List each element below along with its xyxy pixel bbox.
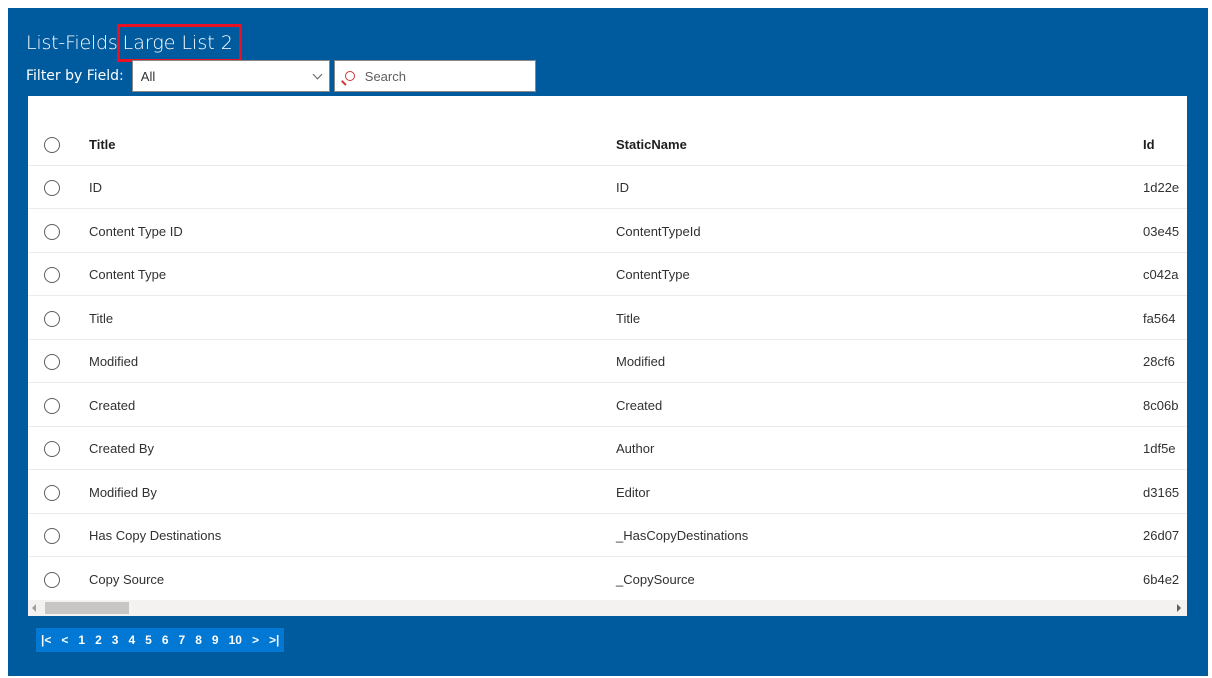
table-row[interactable]: Copy Source _CopySource 6b4e2 [28,558,1187,601]
field-filter-value: All [140,68,156,84]
row-select-radio[interactable] [44,397,60,414]
filter-label: Filter by Field: [26,68,124,84]
column-header-title[interactable]: Title [89,137,116,152]
page-7-button[interactable]: 7 [174,628,191,652]
cell-staticname: Modified [616,354,666,369]
cell-id: 28cf6 [1143,354,1175,369]
highlight-box [116,24,242,62]
table-row[interactable]: Content Type ContentType c042a [28,253,1187,296]
page-10-button[interactable]: 10 [224,628,247,652]
table-row[interactable]: Content Type ID ContentTypeId 03e45 [28,210,1187,253]
cell-id: c042a [1143,267,1179,282]
cell-title: Content Type ID [89,223,183,239]
search-placeholder: Search [364,68,406,84]
page-8-button[interactable]: 8 [190,628,207,652]
row-select-radio[interactable] [44,267,60,283]
cell-staticname: Author [616,441,655,456]
chevron-down-icon [312,69,323,79]
title-prefix: List-Fields [26,32,118,54]
page-3-button[interactable]: 3 [107,628,124,652]
row-select-radio[interactable] [44,484,60,501]
cell-title: Content Type [89,267,167,282]
table-row[interactable]: Modified By Editor d3165 [28,471,1187,514]
page-title: List-Fields Large List 2 [26,24,242,62]
filter-bar: Filter by Field: All Search [26,60,536,92]
cell-title: Modified By [89,484,157,500]
cell-id: 8c06b [1143,397,1179,413]
row-select-radio[interactable] [44,354,60,370]
cell-id: 1df5e [1143,441,1176,456]
cell-id: 1d22e [1143,180,1180,195]
select-all-radio[interactable] [44,137,60,153]
fields-table: Title StaticName Id ID ID 1d22e Content Typ… [28,96,1187,610]
table-row[interactable]: Title Title fa564 [28,297,1187,340]
cell-staticname: ID [616,180,629,195]
page-4-button[interactable]: 4 [123,628,140,652]
first-page-button[interactable]: |< [36,628,56,652]
cell-staticname: ContentType [616,267,690,282]
table-row[interactable]: Created Created 8c06b [28,384,1187,427]
cell-staticname: _CopySource [616,571,695,587]
page-1-button[interactable]: 1 [73,628,90,652]
cell-staticname: Editor [616,484,650,500]
last-page-button[interactable]: >| [264,628,284,652]
table-row[interactable]: ID ID 1d22e [28,166,1187,209]
row-select-radio[interactable] [44,571,60,588]
cell-id: 26d07 [1143,528,1180,543]
cell-staticname: _HasCopyDestinations [616,528,749,543]
cell-id: 6b4e2 [1143,571,1180,587]
table-row[interactable]: Has Copy Destinations _HasCopyDestination… [28,514,1187,557]
cell-staticname: Created [616,397,663,413]
cell-title: Created By [89,441,155,456]
prev-page-button[interactable]: < [56,628,73,652]
list-name: Large List 2 [116,24,242,62]
cell-title: Title [89,310,114,326]
table-row[interactable]: Modified Modified 28cf6 [28,340,1187,383]
pagination: |< < 1 2 3 4 5 6 7 8 9 10 > >| [36,628,285,652]
cell-id: 03e45 [1143,223,1180,239]
column-header-id[interactable]: Id [1143,137,1155,152]
cell-id: fa564 [1143,310,1176,326]
cell-title: Copy Source [89,571,165,587]
row-select-radio[interactable] [44,528,60,544]
cell-title: Created [89,397,136,413]
page-5-button[interactable]: 5 [140,628,157,652]
row-select-radio[interactable] [44,441,60,457]
row-select-radio[interactable] [44,310,60,327]
row-select-radio[interactable] [44,180,60,196]
page-2-button[interactable]: 2 [90,628,107,652]
row-select-radio[interactable] [44,223,60,240]
field-filter-dropdown[interactable]: All [131,60,330,92]
scroll-left-icon[interactable] [32,604,36,612]
scrollbar-thumb[interactable] [45,602,129,614]
scroll-right-icon[interactable] [1177,604,1181,612]
page-9-button[interactable]: 9 [207,628,224,652]
cell-id: d3165 [1143,484,1180,500]
horizontal-scrollbar[interactable] [28,600,1187,616]
cell-title: Has Copy Destinations [89,528,222,543]
table-row[interactable]: Created By Author 1df5e [28,427,1187,470]
cell-staticname: ContentTypeId [616,223,701,239]
page-6-button[interactable]: 6 [157,628,174,652]
next-page-button[interactable]: > [247,628,264,652]
cell-staticname: Title [616,310,641,326]
cell-title: Modified [89,354,139,369]
table-header-row: Title StaticName Id [28,123,1187,166]
search-icon [344,71,355,81]
column-header-staticname[interactable]: StaticName [616,137,687,152]
cell-title: ID [89,180,102,195]
search-box[interactable]: Search [333,60,536,92]
